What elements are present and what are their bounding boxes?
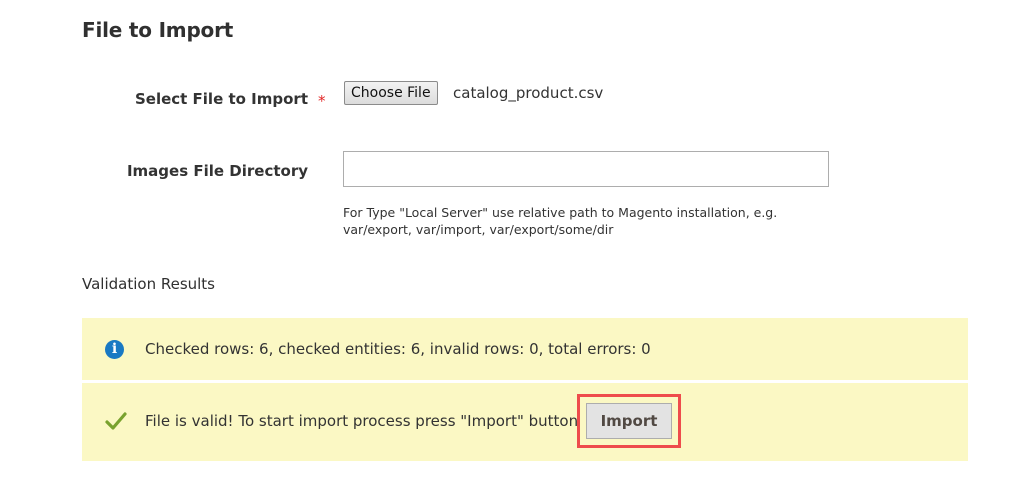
choose-file-button[interactable]: Choose File [344, 81, 438, 105]
import-button-highlight: Import [577, 394, 681, 448]
select-file-label: Select File to Import [134, 90, 308, 108]
validation-success-message: File is valid! To start import process p… [82, 383, 968, 461]
validation-results-title: Validation Results [82, 275, 216, 293]
info-icon: i [105, 340, 124, 359]
validation-info-message: i Checked rows: 6, checked entities: 6, … [82, 318, 968, 380]
import-page: File to Import Select File to Import * C… [0, 0, 1024, 489]
section-title: File to Import [82, 18, 234, 42]
selected-file-name: catalog_product.csv [453, 84, 604, 102]
images-directory-label: Images File Directory [126, 162, 308, 180]
required-star: * [318, 92, 326, 110]
note-line-2: var/export, var/import, var/export/some/… [343, 222, 614, 237]
note-line-1: For Type "Local Server" use relative pat… [343, 205, 778, 220]
info-message-text: Checked rows: 6, checked entities: 6, in… [145, 340, 651, 358]
checkmark-icon [105, 412, 127, 430]
success-message-text: File is valid! To start import process p… [145, 412, 579, 430]
import-button[interactable]: Import [586, 403, 672, 439]
images-directory-note: For Type "Local Server" use relative pat… [343, 204, 813, 238]
images-directory-input[interactable] [343, 151, 829, 187]
